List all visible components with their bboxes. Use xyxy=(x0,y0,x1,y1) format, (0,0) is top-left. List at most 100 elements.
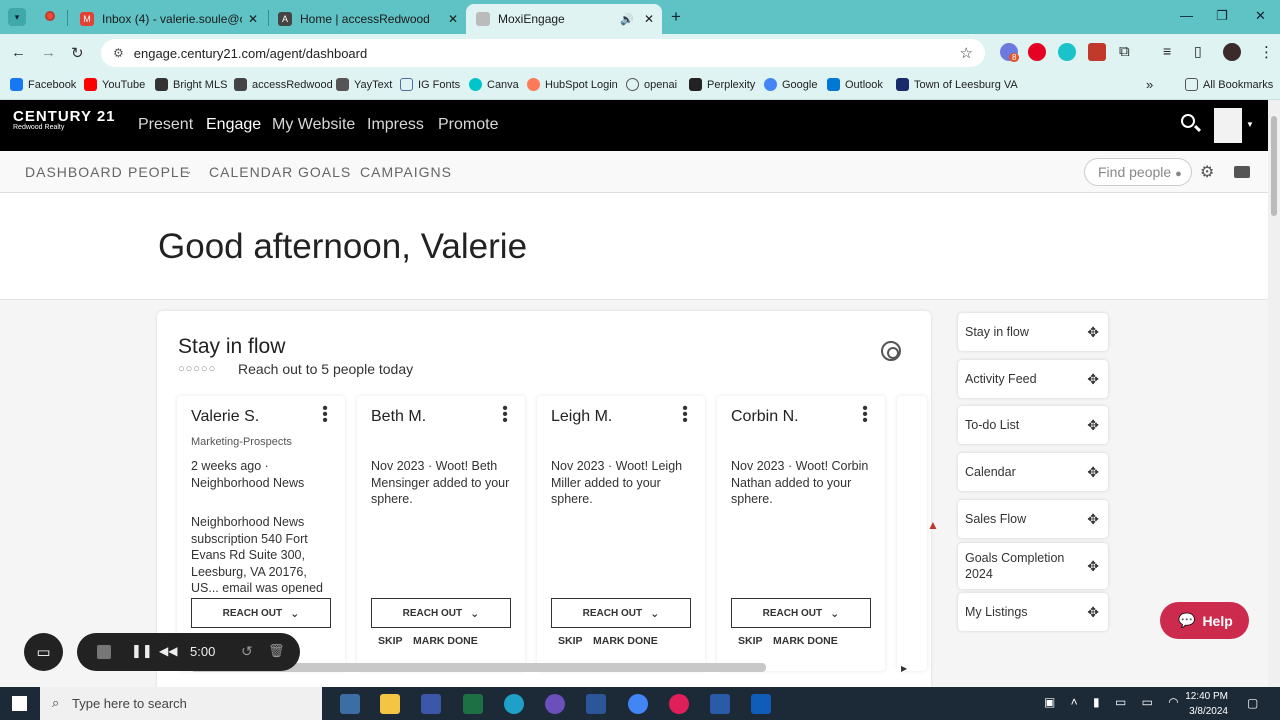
restart-icon[interactable]: ↺ xyxy=(241,643,253,660)
edge-icon[interactable] xyxy=(504,694,524,714)
mark-done-button[interactable]: MARK DONE xyxy=(413,635,478,647)
new-tab-icon[interactable]: + xyxy=(671,7,681,27)
widget-goals-completion[interactable]: Goals Completion 2024 ✥ xyxy=(958,543,1108,589)
all-bookmarks[interactable]: All Bookmarks xyxy=(1185,78,1273,91)
app-icon[interactable] xyxy=(421,694,441,714)
camera-icon[interactable]: ▭ xyxy=(24,633,63,671)
avatar[interactable] xyxy=(1214,108,1242,143)
minimize-icon[interactable]: — xyxy=(1180,8,1193,23)
app-icon[interactable] xyxy=(710,694,730,714)
clock-time[interactable]: 12:40 PM xyxy=(1184,691,1228,702)
reach-out-button[interactable]: REACH OUT ⌄ xyxy=(731,598,871,628)
side-panel-icon[interactable]: ▯ xyxy=(1194,43,1202,60)
find-people-input[interactable]: Find people ● xyxy=(1084,158,1192,186)
more-bookmarks-icon[interactable]: » xyxy=(1146,77,1153,92)
tab-search-button[interactable]: ▾ xyxy=(8,8,26,26)
tab-close-icon[interactable]: ✕ xyxy=(248,12,258,26)
stop-icon[interactable] xyxy=(97,645,111,659)
bookmark-youtube[interactable]: YouTube xyxy=(84,78,145,91)
mark-done-button[interactable]: MARK DONE xyxy=(593,635,658,647)
person-name[interactable]: Beth M. xyxy=(371,408,426,426)
bookmark-hubspot[interactable]: HubSpot Login xyxy=(527,78,618,91)
bookmark-canva[interactable]: Canva xyxy=(469,78,519,91)
more-options-icon[interactable]: • • • xyxy=(682,401,688,429)
taskbar-search[interactable]: ⌕ Type here to search xyxy=(40,687,322,720)
word-icon[interactable] xyxy=(586,694,606,714)
bookmark-facebook[interactable]: Facebook xyxy=(10,78,76,91)
vertical-scrollbar[interactable] xyxy=(1268,100,1280,687)
extensions-puzzle-icon[interactable]: ⧉ xyxy=(1119,43,1130,60)
move-handle-icon[interactable]: ✥ xyxy=(1087,511,1099,528)
reach-out-button[interactable]: REACH OUT ⌄ xyxy=(371,598,511,628)
address-bar[interactable]: ⚙ engage.century21.com/agent/dashboard ☆ xyxy=(101,39,985,67)
bookmark-leesburg[interactable]: Town of Leesburg VA xyxy=(896,78,1018,91)
extension-warning-icon[interactable] xyxy=(1088,43,1106,61)
tab-close-icon[interactable]: ✕ xyxy=(448,12,458,26)
subnav-campaigns[interactable]: CAMPAIGNS xyxy=(360,164,452,180)
widget-my-listings[interactable]: My Listings ✥ xyxy=(958,593,1108,631)
tab-gmail[interactable]: M Inbox (4) - valerie.soule@c21re ✕ xyxy=(70,4,266,34)
subnav-calendar[interactable]: CALENDAR xyxy=(209,164,293,180)
bookmark-google[interactable]: Google xyxy=(764,78,817,91)
tray-icons[interactable]: ▣ ˄ ▮ ▭ ▭ ◠ xyxy=(1044,695,1185,709)
nav-present[interactable]: Present xyxy=(138,116,193,134)
widget-calendar[interactable]: Calendar ✥ xyxy=(958,453,1108,491)
app-icon[interactable] xyxy=(545,694,565,714)
mail-icon[interactable] xyxy=(1234,166,1250,178)
mark-done-button[interactable]: MARK DONE xyxy=(773,635,838,647)
windows-start-icon[interactable] xyxy=(12,696,27,711)
clock-date[interactable]: 3/8/2024 xyxy=(1178,706,1228,717)
close-window-icon[interactable]: ✕ xyxy=(1255,8,1266,24)
site-info-icon[interactable]: ⚙ xyxy=(113,46,124,60)
bookmark-perplexity[interactable]: Perplexity xyxy=(689,78,755,91)
reload-icon[interactable]: ↻ xyxy=(71,44,84,62)
reach-out-button[interactable]: REACH OUT ⌄ xyxy=(551,598,691,628)
reach-out-button[interactable]: REACH OUT ⌄ xyxy=(191,598,331,628)
slack-icon[interactable] xyxy=(669,694,689,714)
bookmark-star-icon[interactable]: ☆ xyxy=(960,44,973,62)
bookmark-outlook[interactable]: Outlook xyxy=(827,78,883,91)
excel-icon[interactable] xyxy=(463,694,483,714)
reading-list-icon[interactable]: ≡ xyxy=(1163,43,1171,59)
bookmark-igfonts[interactable]: IG Fonts xyxy=(400,78,460,91)
person-name[interactable]: Corbin N. xyxy=(731,408,799,426)
more-options-icon[interactable]: • • • xyxy=(862,401,868,429)
person-name[interactable]: Leigh M. xyxy=(551,408,612,426)
bookmark-yaytext[interactable]: YayText xyxy=(336,78,392,91)
move-handle-icon[interactable]: ✥ xyxy=(1087,558,1099,574)
tab-close-icon[interactable]: ✕ xyxy=(644,12,654,26)
subnav-dashboard[interactable]: DASHBOARD xyxy=(25,164,123,180)
bookmark-brightmls[interactable]: Bright MLS xyxy=(155,78,227,91)
subnav-goals[interactable]: GOALS xyxy=(298,164,351,180)
restore-icon[interactable]: ❐ xyxy=(1216,8,1228,24)
settings-gear-icon[interactable] xyxy=(881,341,901,361)
rewind-icon[interactable]: ◀◀ xyxy=(159,644,177,658)
chrome-menu-icon[interactable]: ⋮ xyxy=(1259,43,1274,61)
skip-button[interactable]: SKIP xyxy=(378,635,403,647)
move-handle-icon[interactable]: ✥ xyxy=(1087,417,1099,434)
speaker-icon[interactable]: 🔊 xyxy=(620,13,634,26)
move-handle-icon[interactable]: ✥ xyxy=(1087,371,1099,388)
moxi-extension-icon[interactable] xyxy=(1058,43,1076,61)
skip-button[interactable]: SKIP xyxy=(558,635,583,647)
pinterest-icon[interactable] xyxy=(1028,43,1046,61)
back-icon[interactable]: ← xyxy=(11,44,26,61)
tab-accessredwood[interactable]: A Home | accessRedwood ✕ xyxy=(268,4,466,34)
bookmark-openai[interactable]: openai xyxy=(626,78,677,91)
chrome-icon[interactable] xyxy=(628,694,648,714)
nav-impress[interactable]: Impress xyxy=(367,116,424,134)
help-button[interactable]: 💬 Help xyxy=(1160,602,1249,639)
move-handle-icon[interactable]: ✥ xyxy=(1087,464,1099,481)
profile-avatar-icon[interactable] xyxy=(1223,43,1241,61)
nav-promote[interactable]: Promote xyxy=(438,116,498,134)
search-icon[interactable] xyxy=(1181,114,1195,128)
move-handle-icon[interactable]: ✥ xyxy=(1087,324,1099,341)
bookmark-accessredwood[interactable]: accessRedwood xyxy=(234,78,333,91)
caret-down-icon[interactable]: ▼ xyxy=(1246,120,1254,129)
tab-moxiengage[interactable]: MoxiEngage 🔊 ✕ xyxy=(466,4,662,34)
widget-stay-in-flow[interactable]: Stay in flow ✥ xyxy=(958,313,1108,351)
skip-button[interactable]: SKIP xyxy=(738,635,763,647)
subnav-people[interactable]: PEOPLE xyxy=(128,164,190,180)
scroll-thumb[interactable] xyxy=(1271,116,1277,216)
forward-icon[interactable]: → xyxy=(41,44,56,61)
